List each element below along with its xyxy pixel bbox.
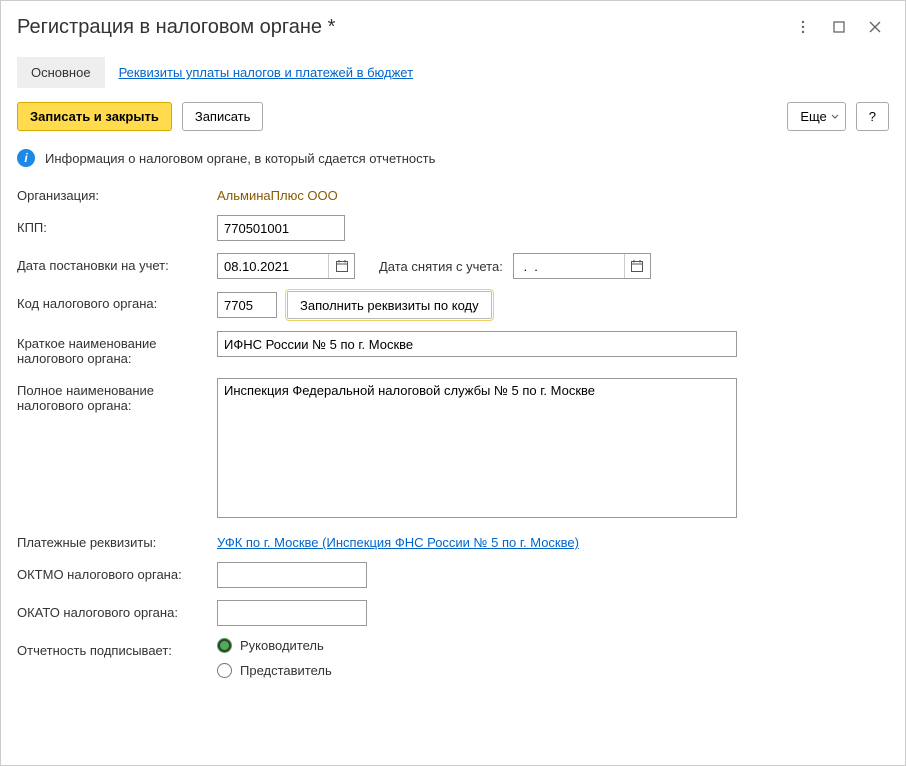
deregistration-date-field bbox=[513, 253, 651, 279]
label-short-name: Краткое наименование налогового органа: bbox=[17, 331, 217, 366]
help-button[interactable]: ? bbox=[856, 102, 889, 131]
more-button-label: Еще bbox=[800, 109, 826, 124]
label-payment-details: Платежные реквизиты: bbox=[17, 530, 217, 550]
window: Регистрация в налоговом органе * Основно… bbox=[0, 0, 906, 766]
label-deregistration-date: Дата снятия с учета: bbox=[379, 259, 503, 274]
tab-main[interactable]: Основное bbox=[17, 57, 105, 88]
label-tax-code: Код налогового органа: bbox=[17, 291, 217, 311]
toolbar: Записать и закрыть Записать Еще ? bbox=[1, 88, 905, 143]
registration-date-input[interactable] bbox=[218, 254, 328, 278]
label-kpp: КПП: bbox=[17, 215, 217, 235]
chevron-down-icon bbox=[831, 109, 839, 124]
info-text: Информация о налоговом органе, в который… bbox=[45, 151, 435, 166]
signer-radio-group: Руководитель Представитель bbox=[217, 638, 332, 678]
deregistration-date-input[interactable] bbox=[514, 254, 624, 278]
okato-input[interactable] bbox=[217, 600, 367, 626]
payment-details-link[interactable]: УФК по г. Москве (Инспекция ФНС России №… bbox=[217, 530, 579, 550]
calendar-icon[interactable] bbox=[624, 254, 650, 278]
tabs: Основное Реквизиты уплаты налогов и плат… bbox=[1, 57, 905, 88]
window-title: Регистрация в налоговом органе * bbox=[17, 16, 789, 39]
titlebar: Регистрация в налоговом органе * bbox=[1, 1, 905, 49]
radio-representative-input[interactable] bbox=[217, 663, 232, 678]
radio-representative[interactable]: Представитель bbox=[217, 663, 332, 678]
info-icon: i bbox=[17, 149, 35, 167]
kpp-input[interactable] bbox=[217, 215, 345, 241]
label-oktmo: ОКТМО налогового органа: bbox=[17, 562, 217, 582]
calendar-icon[interactable] bbox=[328, 254, 354, 278]
close-icon[interactable] bbox=[861, 13, 889, 41]
kebab-menu-icon[interactable] bbox=[789, 13, 817, 41]
full-name-textarea[interactable]: Инспекция Федеральной налоговой службы №… bbox=[217, 378, 737, 518]
save-close-button[interactable]: Записать и закрыть bbox=[17, 102, 172, 131]
tax-code-input[interactable] bbox=[217, 292, 277, 318]
info-row: i Информация о налоговом органе, в котор… bbox=[1, 143, 905, 183]
radio-director[interactable]: Руководитель bbox=[217, 638, 332, 653]
label-full-name: Полное наименование налогового органа: bbox=[17, 378, 217, 413]
label-organization: Организация: bbox=[17, 183, 217, 203]
organization-value[interactable]: АльминаПлюс ООО bbox=[217, 183, 338, 203]
maximize-icon[interactable] bbox=[825, 13, 853, 41]
radio-director-input[interactable] bbox=[217, 638, 232, 653]
short-name-input[interactable] bbox=[217, 331, 737, 357]
label-signer: Отчетность подписывает: bbox=[17, 638, 217, 658]
fill-by-code-button[interactable]: Заполнить реквизиты по коду bbox=[287, 291, 492, 319]
label-registration-date: Дата постановки на учет: bbox=[17, 253, 217, 273]
registration-date-field bbox=[217, 253, 355, 279]
oktmo-input[interactable] bbox=[217, 562, 367, 588]
label-okato: ОКАТО налогового органа: bbox=[17, 600, 217, 620]
radio-director-label: Руководитель bbox=[240, 638, 324, 653]
radio-representative-label: Представитель bbox=[240, 663, 332, 678]
tab-requisites[interactable]: Реквизиты уплаты налогов и платежей в бю… bbox=[105, 57, 427, 88]
form: Организация: АльминаПлюс ООО КПП: Дата п… bbox=[1, 183, 905, 678]
save-button[interactable]: Записать bbox=[182, 102, 264, 131]
more-button[interactable]: Еще bbox=[787, 102, 845, 131]
